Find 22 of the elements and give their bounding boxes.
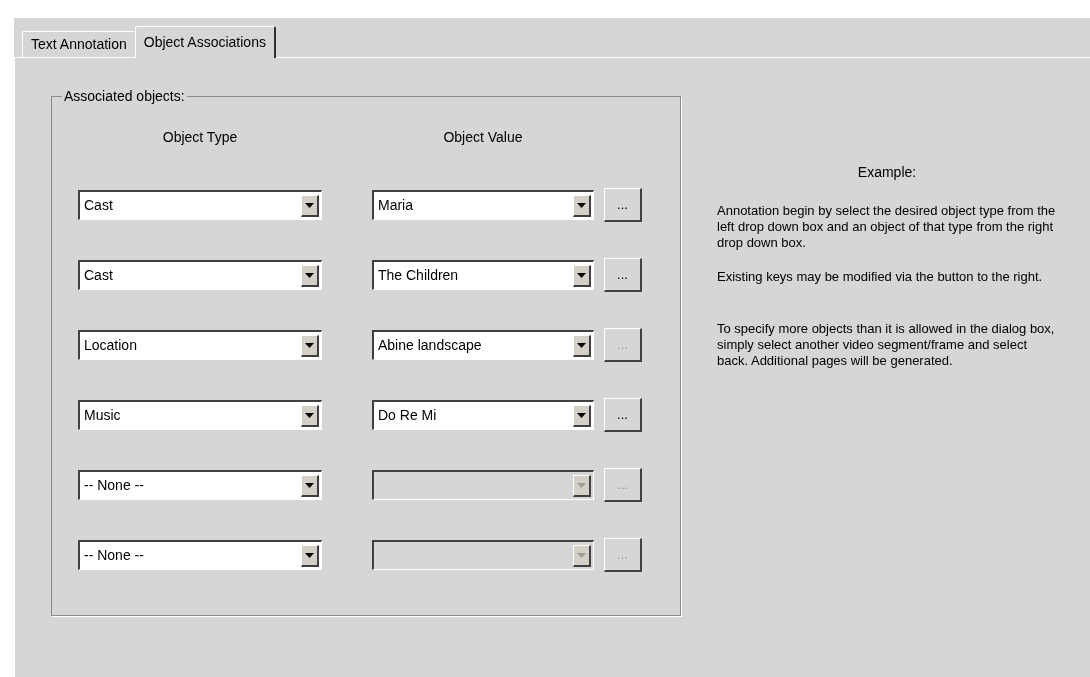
browse-button[interactable]: ... (604, 258, 642, 292)
dropdown[interactable]: The Children (372, 260, 594, 290)
dropdown[interactable]: Abine landscape (372, 330, 594, 360)
dropdown[interactable]: Maria (372, 190, 594, 220)
column-header: Object Type (161, 128, 239, 147)
dropdown[interactable]: -- None -- (78, 470, 322, 500)
dropdown[interactable]: -- None -- (78, 540, 322, 570)
dropdown[interactable]: Cast (78, 190, 322, 220)
help-paragraph: Annotation begin by select the desired object type from the left drop down box and an object of that type from the right drop down box. (717, 203, 1057, 251)
help-paragraph: To specify more objects than it is allowed in the dialog box, simply select another video segment/frame and select back. Additional pages will be generated. (717, 321, 1056, 369)
browse-button[interactable]: ... (604, 188, 642, 222)
dropdown[interactable]: Location (78, 330, 322, 360)
example-title: Example: (856, 163, 918, 182)
dropdown[interactable]: Cast (78, 260, 322, 290)
group-title: Associated objects: (62, 87, 187, 105)
help-paragraph: Existing keys may be modified via the button to the right. (717, 269, 1044, 285)
tab[interactable]: Object Associations (134, 26, 276, 58)
tab[interactable]: Text Annotation (22, 31, 135, 57)
dropdown[interactable]: Music (78, 400, 322, 430)
column-header: Object Value (442, 128, 524, 147)
dropdown[interactable]: Do Re Mi (372, 400, 594, 430)
browse-button[interactable]: ... (604, 398, 642, 432)
